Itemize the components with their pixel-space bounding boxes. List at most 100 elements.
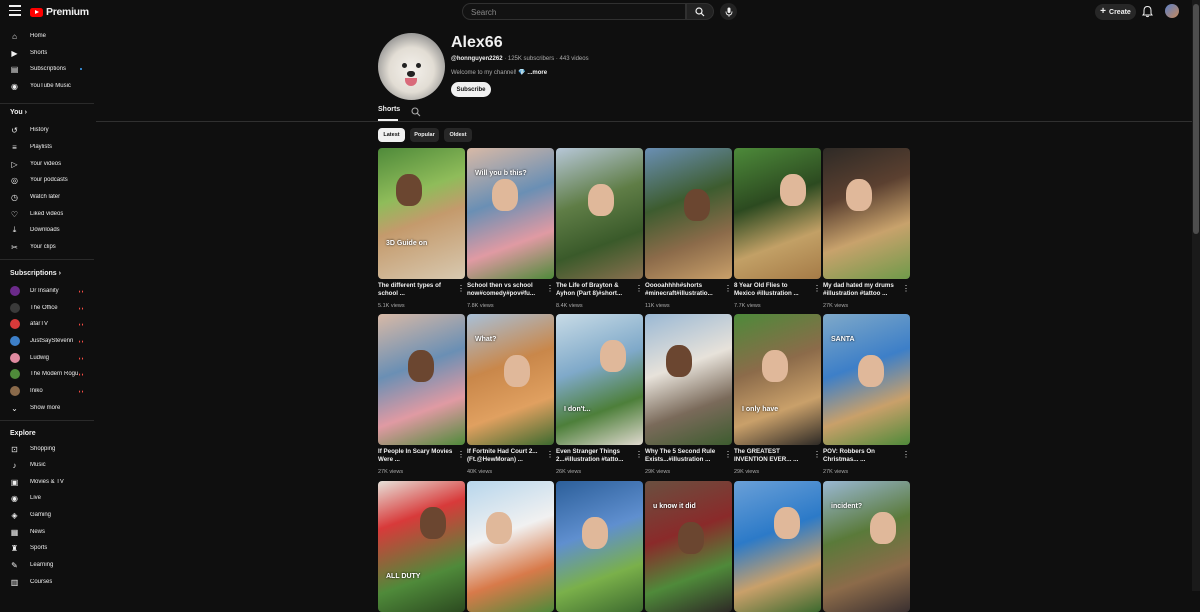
subscription-channel[interactable]: The Office ◖◗ bbox=[0, 300, 96, 316]
sidebar-item[interactable]: ♜ Sports bbox=[0, 540, 96, 556]
sidebar-item[interactable]: ⤓ Downloads bbox=[0, 222, 96, 238]
sidebar-item[interactable]: ✎ Learning bbox=[0, 557, 96, 573]
subscription-channel[interactable]: JustSayStevenn ◖◗ bbox=[0, 333, 96, 349]
subscribe-button[interactable]: Subscribe bbox=[451, 82, 491, 97]
sidebar-item[interactable]: ▤ Subscriptions bbox=[0, 61, 96, 77]
sidebar-item[interactable]: ⊡ Shopping bbox=[0, 441, 96, 457]
sidebar-item[interactable]: ✂ Your clips bbox=[0, 239, 96, 255]
short-title[interactable]: School then vs school now#comedy#pov#fu.… bbox=[467, 282, 543, 298]
more-options-icon[interactable]: ⋮ bbox=[902, 284, 910, 294]
live-indicator-icon: ◖◗ bbox=[78, 372, 85, 378]
more-options-icon[interactable]: ⋮ bbox=[724, 450, 732, 460]
short-thumbnail[interactable]: u know it did bbox=[645, 481, 732, 612]
sidebar-item[interactable]: ◷ Watch later bbox=[0, 189, 96, 205]
subscription-channel[interactable]: Dr Insanity ◖◗ bbox=[0, 283, 96, 299]
tab-shorts[interactable]: Shorts bbox=[378, 106, 400, 113]
sidebar-item[interactable]: ▥ Courses bbox=[0, 574, 96, 590]
sidebar-item[interactable]: ◈ Gaming bbox=[0, 507, 96, 523]
sidebar-item[interactable]: ◉ Live bbox=[0, 490, 96, 506]
scrollbar-thumb[interactable] bbox=[1193, 4, 1199, 234]
short-thumbnail[interactable]: ALL DUTY bbox=[378, 481, 465, 612]
short-thumbnail[interactable]: I don't... bbox=[556, 314, 643, 445]
account-avatar[interactable] bbox=[1165, 4, 1179, 18]
short-title[interactable]: My dad hated my drums #illustration #tat… bbox=[823, 282, 899, 298]
short-title[interactable]: Why The 5 Second Rule Exists...#illustra… bbox=[645, 448, 721, 464]
channel-avatar-small bbox=[10, 369, 20, 379]
short-thumbnail[interactable] bbox=[467, 481, 554, 612]
short-thumbnail[interactable] bbox=[734, 481, 821, 612]
search-button[interactable] bbox=[686, 3, 714, 20]
short-thumbnail[interactable] bbox=[734, 148, 821, 279]
short-thumbnail[interactable] bbox=[645, 314, 732, 445]
more-options-icon[interactable]: ⋮ bbox=[546, 450, 554, 460]
sidebar-item[interactable]: ♪ Music bbox=[0, 457, 96, 473]
short-title[interactable]: The Life of Brayton & Ayhon (Part 8)#sho… bbox=[556, 282, 632, 298]
more-options-icon[interactable]: ⋮ bbox=[902, 450, 910, 460]
sidebar-item[interactable]: ▣ Movies & TV bbox=[0, 474, 96, 490]
sidebar-subscriptions-heading[interactable]: Subscriptions › bbox=[10, 270, 61, 277]
subscription-channel[interactable]: Ludwig ◖◗ bbox=[0, 350, 96, 366]
more-options-icon[interactable]: ⋮ bbox=[813, 284, 821, 294]
menu-icon[interactable] bbox=[9, 5, 21, 17]
short-title[interactable]: Ooooahhhh#shorts #minecraft#illustratio.… bbox=[645, 282, 721, 298]
short-thumbnail[interactable] bbox=[823, 148, 910, 279]
thumbnail-caption: Will you b this? bbox=[475, 170, 527, 177]
courses-icon: ▥ bbox=[10, 577, 19, 587]
sidebar-item[interactable]: ▷ Your videos bbox=[0, 156, 96, 172]
short-title[interactable]: If Fortnite Had Court 2... (Ft.@HewMoran… bbox=[467, 448, 543, 464]
short-thumbnail[interactable] bbox=[556, 481, 643, 612]
sidebar-item[interactable]: ♡ Liked videos bbox=[0, 206, 96, 222]
sidebar-item[interactable]: ⌂ Home bbox=[0, 28, 96, 44]
short-title[interactable]: POV: Robbers On Christmas... ... bbox=[823, 448, 899, 464]
subscription-channel[interactable]: The Modern Rogue ◖◗ bbox=[0, 366, 96, 382]
channel-description[interactable]: Welcome to my channel! 💎 ...more bbox=[451, 69, 547, 76]
subscription-label: Iniko bbox=[30, 388, 43, 394]
channel-search-icon[interactable] bbox=[411, 107, 421, 117]
more-options-icon[interactable]: ⋮ bbox=[635, 284, 643, 294]
description-more-link[interactable]: ...more bbox=[527, 70, 547, 76]
chip-latest[interactable]: Latest bbox=[378, 128, 405, 142]
search-input[interactable]: Search bbox=[462, 3, 686, 20]
short-thumbnail[interactable]: incident? bbox=[823, 481, 910, 612]
more-options-icon[interactable]: ⋮ bbox=[457, 450, 465, 460]
chip-oldest[interactable]: Oldest bbox=[444, 128, 472, 142]
sidebar-item-label: Live bbox=[30, 495, 42, 501]
sidebar-you-heading[interactable]: You › bbox=[10, 109, 27, 116]
short-thumbnail[interactable]: 3D Guide on bbox=[378, 148, 465, 279]
youtube-premium-logo[interactable]: Premium bbox=[30, 6, 89, 18]
more-options-icon[interactable]: ⋮ bbox=[724, 284, 732, 294]
sidebar-item[interactable]: ◉ YouTube Music bbox=[0, 78, 96, 94]
voice-search-button[interactable] bbox=[720, 3, 737, 20]
sidebar-item[interactable]: ▶ Shorts bbox=[0, 45, 96, 61]
subscription-channel[interactable]: afarTV ◖◗ bbox=[0, 316, 96, 332]
notifications-bell-icon[interactable] bbox=[1141, 5, 1154, 18]
create-button[interactable]: + Create bbox=[1095, 4, 1136, 20]
more-options-icon[interactable]: ⋮ bbox=[546, 284, 554, 294]
short-title[interactable]: 8 Year Old Flies to Mexico #illustration… bbox=[734, 282, 810, 298]
short-title[interactable]: Even Stranger Things 2...#illustration #… bbox=[556, 448, 632, 464]
more-options-icon[interactable]: ⋮ bbox=[813, 450, 821, 460]
short-title[interactable]: The GREATEST INVENTION EVER... ... bbox=[734, 448, 810, 464]
sidebar-item-label: Show more bbox=[30, 405, 61, 411]
more-options-icon[interactable]: ⋮ bbox=[457, 284, 465, 294]
short-title[interactable]: If People In Scary Movies Were ... bbox=[378, 448, 454, 464]
short-thumbnail[interactable]: I only have bbox=[734, 314, 821, 445]
short-title[interactable]: The different types of school ... bbox=[378, 282, 454, 298]
short-thumbnail[interactable]: What? bbox=[467, 314, 554, 445]
short-thumbnail[interactable]: Will you b this? bbox=[467, 148, 554, 279]
short-thumbnail[interactable] bbox=[556, 148, 643, 279]
short-thumbnail[interactable]: SANTA bbox=[823, 314, 910, 445]
channel-meta: @honnguyen2262 · 125K subscribers · 443 … bbox=[451, 56, 589, 62]
scrollbar[interactable] bbox=[1192, 0, 1200, 591]
sidebar-item[interactable]: ↺ History bbox=[0, 122, 96, 138]
short-thumbnail[interactable] bbox=[378, 314, 465, 445]
subscription-channel[interactable]: Iniko ◖◗ bbox=[0, 383, 96, 399]
sidebar-item[interactable]: ≡ Playlists bbox=[0, 139, 96, 155]
short-thumbnail[interactable] bbox=[645, 148, 732, 279]
chip-popular[interactable]: Popular bbox=[410, 128, 439, 142]
short-views: 40K views bbox=[467, 469, 493, 475]
sidebar-item[interactable]: ◎ Your podcasts bbox=[0, 172, 96, 188]
show-more-button[interactable]: ⌄ Show more bbox=[0, 400, 96, 416]
more-options-icon[interactable]: ⋮ bbox=[635, 450, 643, 460]
sidebar-item[interactable]: ▦ News bbox=[0, 524, 96, 540]
